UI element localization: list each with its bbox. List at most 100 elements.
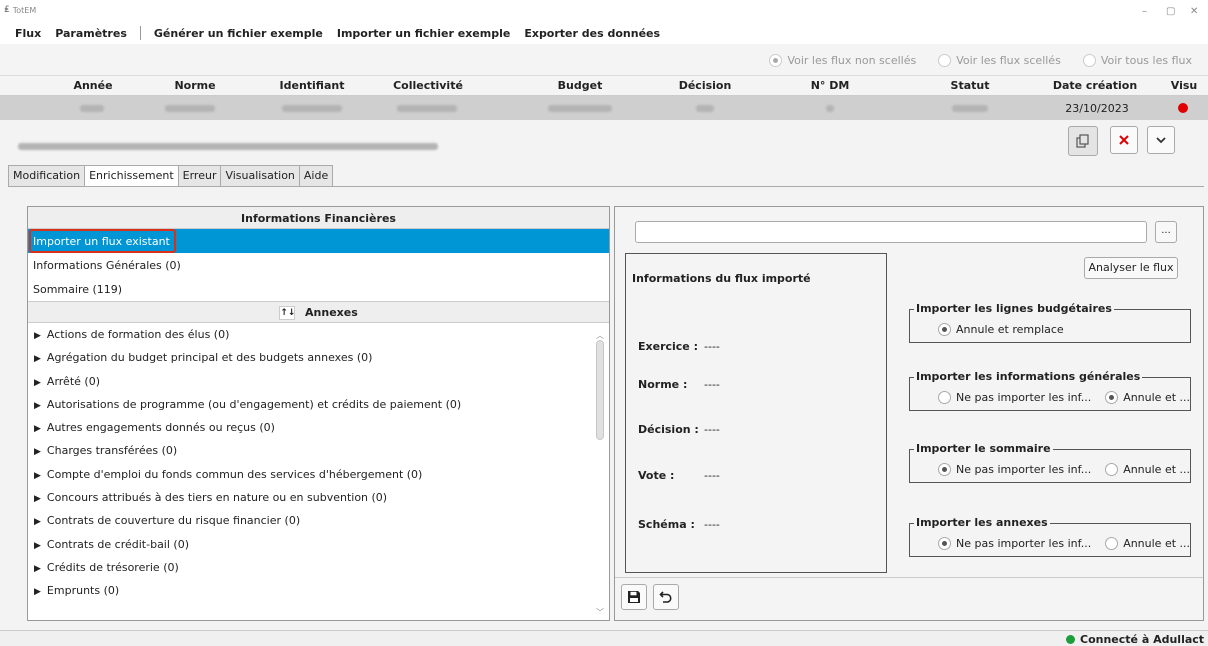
annexes-scrollbar[interactable]: ︿ ﹀ (595, 328, 605, 618)
sort-icon[interactable]: ↑↓ (279, 306, 295, 320)
connection-label: Connecté à Adullact (1080, 633, 1205, 646)
list-item[interactable]: ▶ Arrêté (0) (28, 370, 609, 393)
scroll-down-icon[interactable]: ﹀ (596, 607, 604, 618)
column-identifiant[interactable]: Identifiant (262, 79, 362, 92)
tab-visualisation[interactable]: Visualisation (220, 165, 300, 186)
list-item[interactable]: ▶ Contrats de crédit-bail (0) (28, 533, 609, 556)
delete-button[interactable] (1110, 126, 1138, 154)
option-annule[interactable]: Annule et ... (1105, 391, 1190, 404)
connection-dot-icon (1066, 635, 1075, 644)
save-button[interactable] (621, 584, 647, 610)
expand-triangle-icon[interactable]: ▶ (34, 378, 41, 388)
option-annule-remplace[interactable]: Annule et remplace (938, 323, 1064, 336)
expand-triangle-icon[interactable]: ▶ (34, 587, 41, 597)
filter-tous[interactable]: Voir tous les flux (1082, 54, 1192, 67)
group-legend: Importer les lignes budgétaires (914, 302, 1114, 315)
analyse-flux-button[interactable]: Analyser le flux (1084, 257, 1178, 279)
expand-triangle-icon[interactable]: ▶ (34, 541, 41, 551)
radio-button[interactable] (769, 54, 783, 67)
radio-button[interactable] (938, 54, 952, 67)
maximize-button[interactable]: ▢ (1166, 6, 1175, 17)
expand-triangle-icon[interactable]: ▶ (34, 447, 41, 457)
annex-label: Agrégation du budget principal et des bu… (46, 351, 373, 365)
radio-button[interactable] (1105, 463, 1119, 476)
expand-triangle-icon[interactable]: ▶ (34, 401, 41, 411)
menu-parametres[interactable]: Paramètres (48, 27, 134, 40)
option-annule[interactable]: Annule et ... (1105, 537, 1190, 550)
minimize-button[interactable]: – (1142, 6, 1147, 17)
column-statut[interactable]: Statut (935, 79, 1005, 92)
item-sommaire[interactable]: Sommaire (119) (28, 277, 609, 301)
column-budget[interactable]: Budget (540, 79, 620, 92)
expand-triangle-icon[interactable]: ▶ (34, 494, 41, 504)
filter-non-scelles[interactable]: Voir les flux non scellés (769, 54, 916, 67)
radio-button[interactable] (1082, 54, 1096, 67)
undo-button[interactable] (653, 584, 679, 610)
radio-button[interactable] (938, 391, 951, 404)
menu-flux[interactable]: Flux (8, 27, 48, 40)
list-item[interactable]: ▶ Actions de formation des élus (0) (28, 323, 609, 346)
item-informations-generales[interactable]: Informations Générales (0) (28, 253, 609, 277)
financial-header: Informations Financières (28, 207, 609, 229)
option-annule[interactable]: Annule et ... (1105, 463, 1190, 476)
scroll-thumb[interactable] (596, 340, 604, 440)
app-title-text: TotEM (12, 5, 37, 15)
visu-status-dot[interactable] (1178, 103, 1188, 113)
expand-triangle-icon[interactable]: ▶ (34, 331, 41, 341)
table-row[interactable]: 23/10/2023 (0, 96, 1208, 120)
column-collectivite[interactable]: Collectivité (378, 79, 478, 92)
expand-triangle-icon[interactable]: ▶ (34, 471, 41, 481)
value-norme: ---- (704, 378, 720, 391)
radio-button[interactable] (1105, 391, 1119, 404)
expand-button[interactable] (1147, 126, 1175, 154)
cell-annee-blurred (80, 102, 104, 115)
option-label: Annule et ... (1123, 537, 1191, 550)
option-label: Ne pas importer les inf... (956, 463, 1092, 476)
option-label: Annule et ... (1123, 391, 1191, 404)
column-norme[interactable]: Norme (160, 79, 230, 92)
copy-button[interactable] (1068, 126, 1098, 156)
expand-triangle-icon[interactable]: ▶ (34, 354, 41, 364)
list-item[interactable]: ▶ Compte d'emploi du fonds commun des ser… (28, 463, 609, 486)
copy-icon (1076, 134, 1089, 148)
expand-triangle-icon[interactable]: ▶ (34, 564, 41, 574)
option-ne-pas-importer[interactable]: Ne pas importer les inf... (938, 391, 1091, 404)
expand-triangle-icon[interactable]: ▶ (34, 517, 41, 527)
radio-button[interactable] (1105, 537, 1119, 550)
list-item[interactable]: ▶ Concours attribués à des tiers en natur… (28, 486, 609, 509)
tab-erreur[interactable]: Erreur (177, 165, 222, 186)
close-window-button[interactable]: ✕ (1190, 6, 1198, 17)
radio-button[interactable] (938, 463, 951, 476)
filter-label: Voir tous les flux (1100, 54, 1192, 67)
list-item[interactable]: ▶ Autorisations de programme (ou d'engage… (28, 393, 609, 416)
flux-path-input[interactable] (635, 221, 1147, 243)
option-ne-pas-importer[interactable]: Ne pas importer les inf... (938, 463, 1091, 476)
column-visu[interactable]: Visu (1164, 79, 1204, 92)
tab-aide[interactable]: Aide (298, 165, 334, 186)
tab-enrichissement[interactable]: Enrichissement (84, 165, 179, 186)
list-item[interactable]: ▶ Autres engagements donnés ou reçus (0) (28, 416, 609, 439)
column-decision[interactable]: Décision (665, 79, 745, 92)
filter-label: Voir les flux scellés (956, 54, 1061, 67)
menu-generer-exemple[interactable]: Générer un fichier exemple (147, 27, 330, 40)
value-exercice: ---- (704, 340, 720, 353)
list-item[interactable]: ▶ Charges transférées (0) (28, 439, 609, 462)
filter-label: Voir les flux non scellés (787, 54, 917, 67)
column-annee[interactable]: Année (58, 79, 128, 92)
radio-button[interactable] (938, 323, 951, 336)
list-item[interactable]: ▶ Contrats de couverture du risque financ… (28, 509, 609, 532)
list-item[interactable]: ▶ Emprunts (0) (28, 579, 609, 602)
menu-exporter-donnees[interactable]: Exporter des données (517, 27, 667, 40)
browse-button[interactable]: ... (1155, 221, 1177, 243)
filter-scelles[interactable]: Voir les flux scellés (938, 54, 1061, 67)
tab-modification[interactable]: Modification (8, 165, 86, 186)
list-item[interactable]: ▶ Agrégation du budget principal et des b… (28, 346, 609, 369)
expand-triangle-icon[interactable]: ▶ (34, 424, 41, 434)
menu-importer-exemple[interactable]: Importer un fichier exemple (330, 27, 517, 40)
option-ne-pas-importer[interactable]: Ne pas importer les inf... (938, 537, 1091, 550)
radio-button[interactable] (938, 537, 951, 550)
list-item[interactable]: ▶ Crédits de trésorerie (0) (28, 556, 609, 579)
column-date-creation[interactable]: Date création (1040, 79, 1150, 92)
column-num-dm[interactable]: N° DM (800, 79, 860, 92)
connection-status: Connecté à Adullact (1066, 633, 1204, 646)
